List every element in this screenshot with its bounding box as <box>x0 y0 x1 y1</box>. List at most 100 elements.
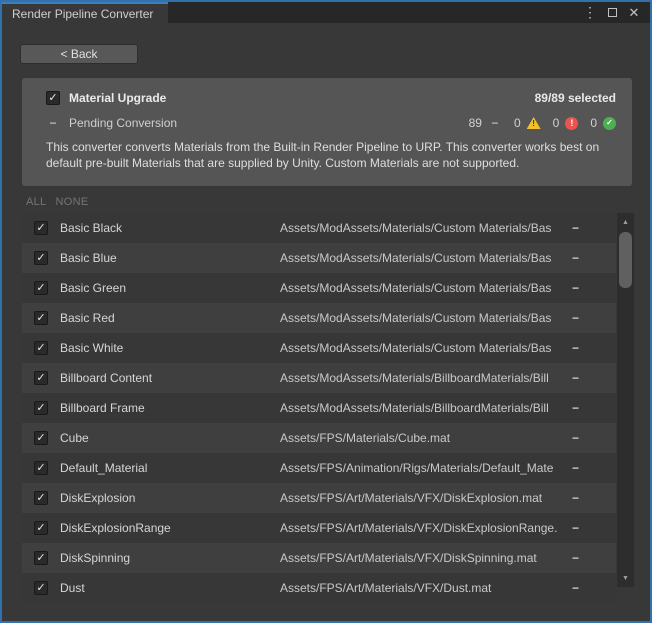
check-icon: ✓ <box>48 93 57 104</box>
row-pending-dash-icon: − <box>572 521 616 535</box>
table-row[interactable]: ✓ DiskExplosion Assets/FPS/Art/Materials… <box>22 483 616 513</box>
scroll-down-icon[interactable]: ▼ <box>617 571 634 585</box>
window-title: Render Pipeline Converter <box>12 7 153 21</box>
table-row[interactable]: ✓ Cube Assets/FPS/Materials/Cube.mat − <box>22 423 616 453</box>
row-pending-dash-icon: − <box>572 401 616 415</box>
render-pipeline-converter-window: Render Pipeline Converter ⋮ ✕ < Back ✓ M… <box>0 0 652 623</box>
success-icon: ✓ <box>603 117 616 130</box>
check-icon: ✓ <box>36 253 45 264</box>
success-count: 0 <box>590 116 597 130</box>
check-icon: ✓ <box>36 373 45 384</box>
row-checkbox[interactable]: ✓ <box>34 281 48 295</box>
row-checkbox[interactable]: ✓ <box>34 521 48 535</box>
row-checkbox[interactable]: ✓ <box>34 311 48 325</box>
material-path: Assets/FPS/Materials/Cube.mat <box>280 431 572 445</box>
material-name: Default_Material <box>60 461 280 475</box>
back-button[interactable]: < Back <box>20 44 138 64</box>
titlebar-controls: ⋮ ✕ <box>582 2 650 23</box>
row-pending-dash-icon: − <box>572 371 616 385</box>
scroll-up-icon[interactable]: ▲ <box>617 215 634 229</box>
material-path: Assets/ModAssets/Materials/BillboardMate… <box>280 371 572 385</box>
material-name: Basic Blue <box>60 251 280 265</box>
select-none-button[interactable]: NONE <box>55 196 88 208</box>
check-icon: ✓ <box>36 523 45 534</box>
table-row[interactable]: ✓ Dust Assets/FPS/Art/Materials/VFX/Dust… <box>22 573 616 603</box>
vertical-scrollbar[interactable]: ▲ ▼ <box>617 213 634 587</box>
table-row[interactable]: ✓ DiskSpinning Assets/FPS/Art/Materials/… <box>22 543 616 573</box>
warning-icon: ! <box>527 117 541 129</box>
table-row[interactable]: ✓ Basic Blue Assets/ModAssets/Materials/… <box>22 243 616 273</box>
material-name: Billboard Content <box>60 371 280 385</box>
row-pending-dash-icon: − <box>572 341 616 355</box>
check-icon: ✓ <box>36 223 45 234</box>
material-path: Assets/FPS/Art/Materials/VFX/DiskSpinnin… <box>280 551 572 565</box>
material-path: Assets/ModAssets/Materials/Custom Materi… <box>280 251 572 265</box>
window-menu-icon[interactable]: ⋮ <box>582 5 598 21</box>
check-icon: ✓ <box>36 493 45 504</box>
converter-title: Material Upgrade <box>69 91 166 105</box>
table-row[interactable]: ✓ Basic Red Assets/ModAssets/Materials/C… <box>22 303 616 333</box>
back-button-label: < Back <box>60 47 97 61</box>
tab-render-pipeline-converter[interactable]: Render Pipeline Converter <box>2 2 168 23</box>
material-path: Assets/ModAssets/Materials/Custom Materi… <box>280 281 572 295</box>
scrollbar-thumb[interactable] <box>619 232 632 288</box>
row-checkbox[interactable]: ✓ <box>34 581 48 595</box>
converter-header-row: ✓ Material Upgrade 89/89 selected <box>22 78 632 105</box>
row-pending-dash-icon: − <box>572 491 616 505</box>
error-icon: ! <box>565 117 578 130</box>
material-name: DiskExplosionRange <box>60 521 280 535</box>
material-name: Cube <box>60 431 280 445</box>
row-checkbox[interactable]: ✓ <box>34 551 48 565</box>
table-row[interactable]: ✓ Billboard Content Assets/ModAssets/Mat… <box>22 363 616 393</box>
pending-conversion-label: Pending Conversion <box>69 116 177 130</box>
material-name: Billboard Frame <box>60 401 280 415</box>
row-pending-dash-icon: − <box>572 431 616 445</box>
table-row[interactable]: ✓ DiskExplosionRange Assets/FPS/Art/Mate… <box>22 513 616 543</box>
table-row[interactable]: ✓ Basic White Assets/ModAssets/Materials… <box>22 333 616 363</box>
pending-status-dash-icon: − <box>488 116 502 130</box>
pending-dash-icon: − <box>46 116 60 130</box>
title-bar: Render Pipeline Converter ⋮ ✕ <box>2 2 650 23</box>
table-row[interactable]: ✓ Basic Black Assets/ModAssets/Materials… <box>22 213 616 243</box>
material-name: Dust <box>60 581 280 595</box>
pending-conversion-row: − Pending Conversion 89 − 0 ! 0 ! 0 ✓ <box>22 105 632 130</box>
select-all-button[interactable]: ALL <box>26 196 46 208</box>
material-name: Basic Red <box>60 311 280 325</box>
material-upgrade-panel: ✓ Material Upgrade 89/89 selected − Pend… <box>22 78 632 186</box>
material-path: Assets/ModAssets/Materials/Custom Materi… <box>280 341 572 355</box>
close-icon[interactable]: ✕ <box>626 5 642 21</box>
converter-description: This converter converts Materials from t… <box>22 130 632 171</box>
pending-count: 89 <box>469 116 482 130</box>
check-icon: ✓ <box>36 463 45 474</box>
material-name: DiskSpinning <box>60 551 280 565</box>
row-pending-dash-icon: − <box>572 581 616 595</box>
row-pending-dash-icon: − <box>572 311 616 325</box>
table-row[interactable]: ✓ Default_Material Assets/FPS/Animation/… <box>22 453 616 483</box>
check-icon: ✓ <box>36 433 45 444</box>
row-checkbox[interactable]: ✓ <box>34 461 48 475</box>
material-path: Assets/ModAssets/Materials/Custom Materi… <box>280 311 572 325</box>
material-path: Assets/FPS/Art/Materials/VFX/DiskExplosi… <box>280 491 572 505</box>
material-path: Assets/FPS/Art/Materials/VFX/DiskExplosi… <box>280 521 572 535</box>
table-row[interactable]: ✓ Basic Green Assets/ModAssets/Materials… <box>22 273 616 303</box>
check-icon: ✓ <box>36 583 45 594</box>
row-checkbox[interactable]: ✓ <box>34 221 48 235</box>
check-icon: ✓ <box>36 553 45 564</box>
row-checkbox[interactable]: ✓ <box>34 491 48 505</box>
row-checkbox[interactable]: ✓ <box>34 341 48 355</box>
list-select-controls: ALL NONE <box>26 196 88 208</box>
maximize-icon[interactable] <box>604 5 620 21</box>
converter-checkbox[interactable]: ✓ <box>46 91 60 105</box>
check-icon: ✓ <box>36 343 45 354</box>
row-checkbox[interactable]: ✓ <box>34 431 48 445</box>
material-name: DiskExplosion <box>60 491 280 505</box>
row-checkbox[interactable]: ✓ <box>34 371 48 385</box>
materials-list: ✓ Basic Black Assets/ModAssets/Materials… <box>22 213 616 603</box>
material-name: Basic White <box>60 341 280 355</box>
table-row[interactable]: ✓ Billboard Frame Assets/ModAssets/Mater… <box>22 393 616 423</box>
row-pending-dash-icon: − <box>572 251 616 265</box>
error-count: 0 <box>553 116 560 130</box>
row-checkbox[interactable]: ✓ <box>34 251 48 265</box>
row-checkbox[interactable]: ✓ <box>34 401 48 415</box>
material-path: Assets/FPS/Animation/Rigs/Materials/Defa… <box>280 461 572 475</box>
